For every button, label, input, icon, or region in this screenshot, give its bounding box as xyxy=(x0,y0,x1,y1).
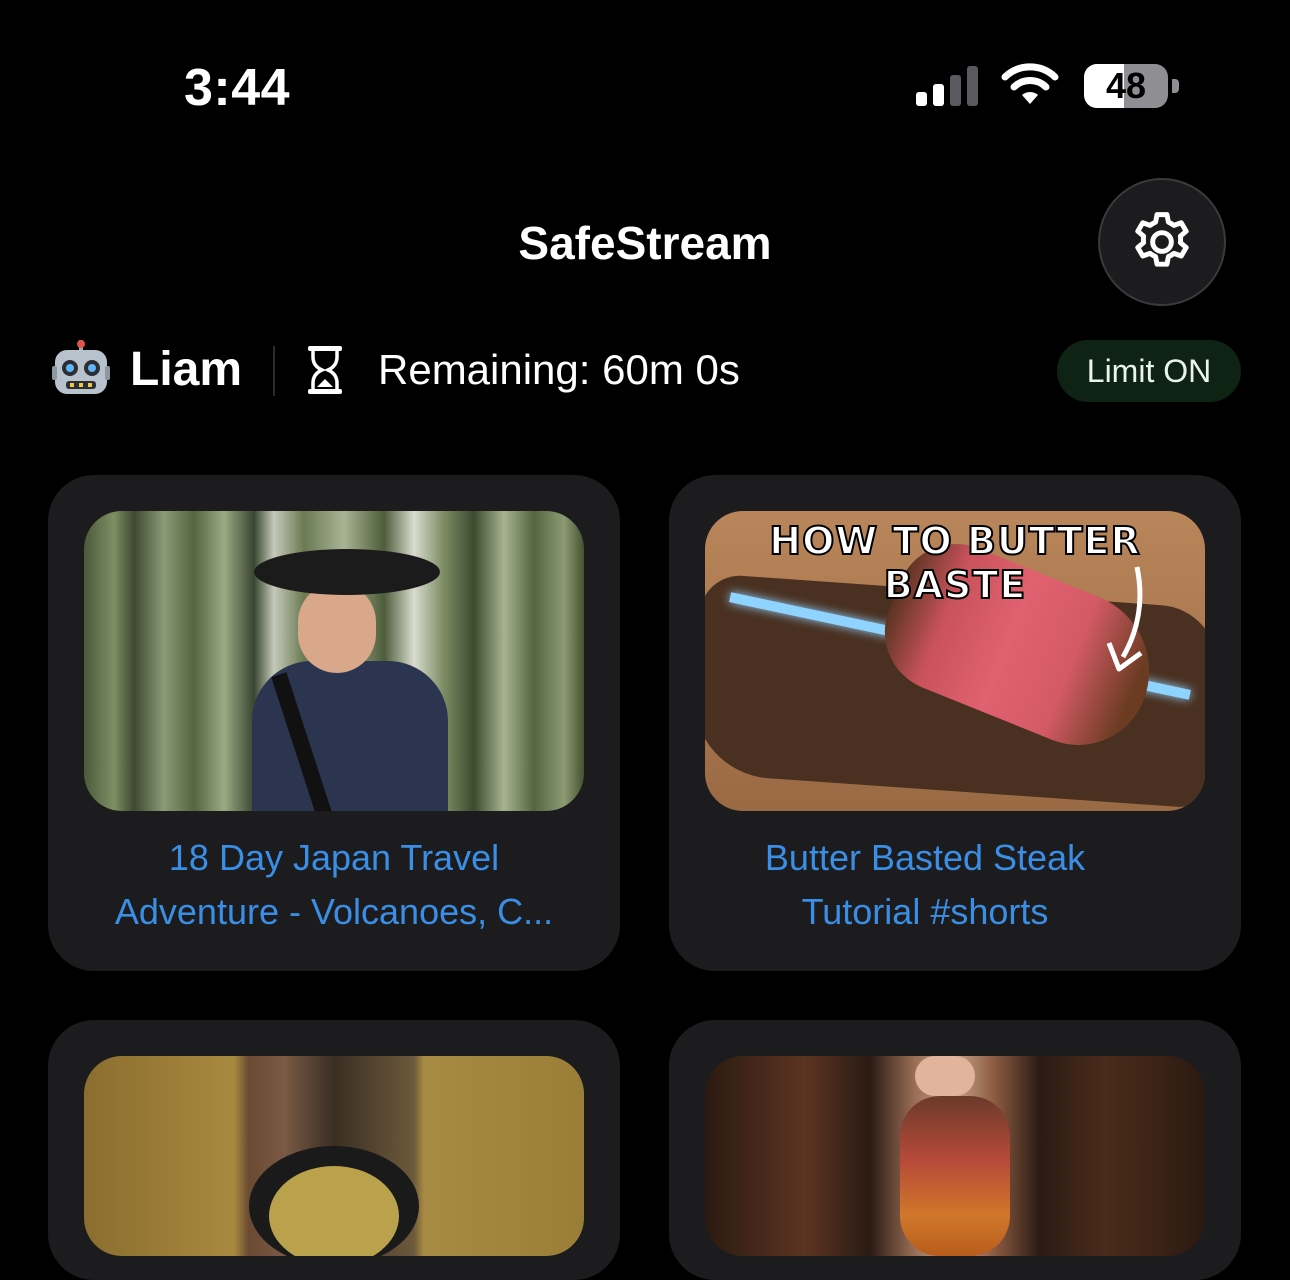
cellular-signal-icon xyxy=(916,66,978,106)
gear-icon xyxy=(1135,212,1189,267)
video-thumbnail[interactable] xyxy=(705,1056,1205,1256)
video-title[interactable]: 18 Day Japan Travel Adventure - Volcanoe… xyxy=(48,831,620,939)
video-card[interactable]: HOW TO BUTTER BASTE Butter Basted Steak … xyxy=(669,475,1241,971)
robot-icon xyxy=(52,340,110,394)
arrow-icon xyxy=(1106,566,1143,672)
profile-name: Liam xyxy=(130,343,243,396)
limit-status-badge: Limit ON xyxy=(1057,340,1241,402)
divider xyxy=(273,346,275,396)
video-thumbnail[interactable] xyxy=(84,511,584,811)
battery-icon: 48 xyxy=(1084,64,1180,108)
video-title[interactable]: Butter Basted Steak Tutorial #shorts xyxy=(710,831,1140,939)
battery-percent: 48 xyxy=(1105,65,1147,106)
status-time: 3:44 xyxy=(184,59,291,117)
video-card[interactable]: 18 Day Japan Travel Adventure - Volcanoe… xyxy=(48,475,620,971)
video-thumbnail[interactable] xyxy=(84,1056,584,1256)
video-card[interactable] xyxy=(48,1020,620,1280)
remaining-time: Remaining: 60m 0s xyxy=(378,346,740,393)
video-card[interactable] xyxy=(669,1020,1241,1280)
page-title: SafeStream xyxy=(518,217,772,269)
hourglass-icon xyxy=(308,346,342,394)
settings-button[interactable] xyxy=(1098,178,1226,306)
wifi-icon xyxy=(1001,63,1059,104)
video-thumbnail[interactable]: HOW TO BUTTER BASTE xyxy=(705,511,1205,811)
